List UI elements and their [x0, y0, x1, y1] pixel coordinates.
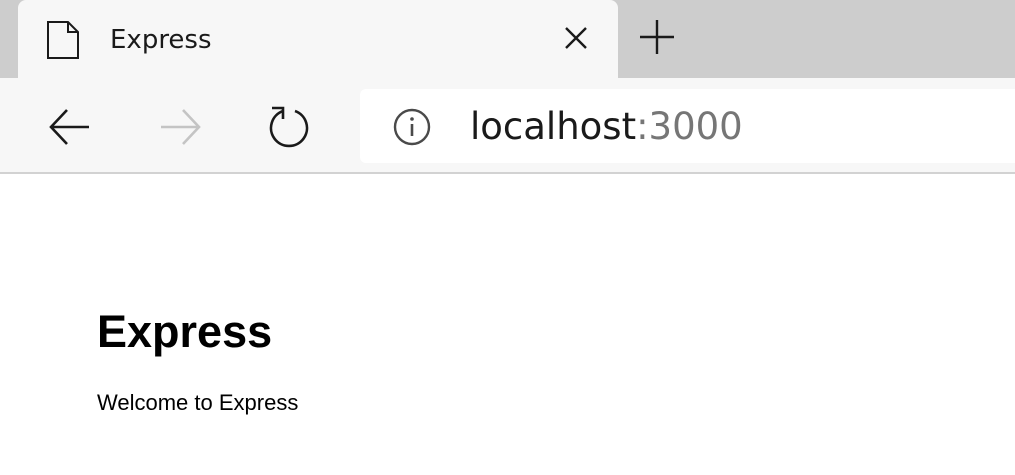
browser-window: Express localhost:3000 Express Welcome t…: [0, 0, 1015, 475]
tab-express[interactable]: Express: [18, 0, 618, 80]
url-text[interactable]: localhost:3000: [470, 105, 743, 149]
document-icon: [46, 20, 80, 60]
arrow-left-icon[interactable]: [45, 102, 95, 152]
info-icon[interactable]: [392, 107, 432, 147]
tab-title: Express: [110, 25, 212, 55]
url-port: :3000: [636, 105, 743, 148]
url-host: localhost: [470, 105, 637, 148]
tab-strip: Express: [0, 0, 1015, 80]
close-icon[interactable]: [562, 24, 590, 52]
welcome-text: Welcome to Express: [97, 390, 299, 415]
page-title: Express: [97, 306, 273, 357]
plus-icon[interactable]: [636, 16, 678, 58]
address-bar[interactable]: localhost:3000: [360, 89, 1015, 163]
arrow-right-icon[interactable]: [155, 102, 205, 152]
toolbar: localhost:3000: [0, 78, 1015, 174]
page-content: Express Welcome to Express: [0, 176, 1015, 475]
refresh-icon[interactable]: [264, 102, 314, 152]
